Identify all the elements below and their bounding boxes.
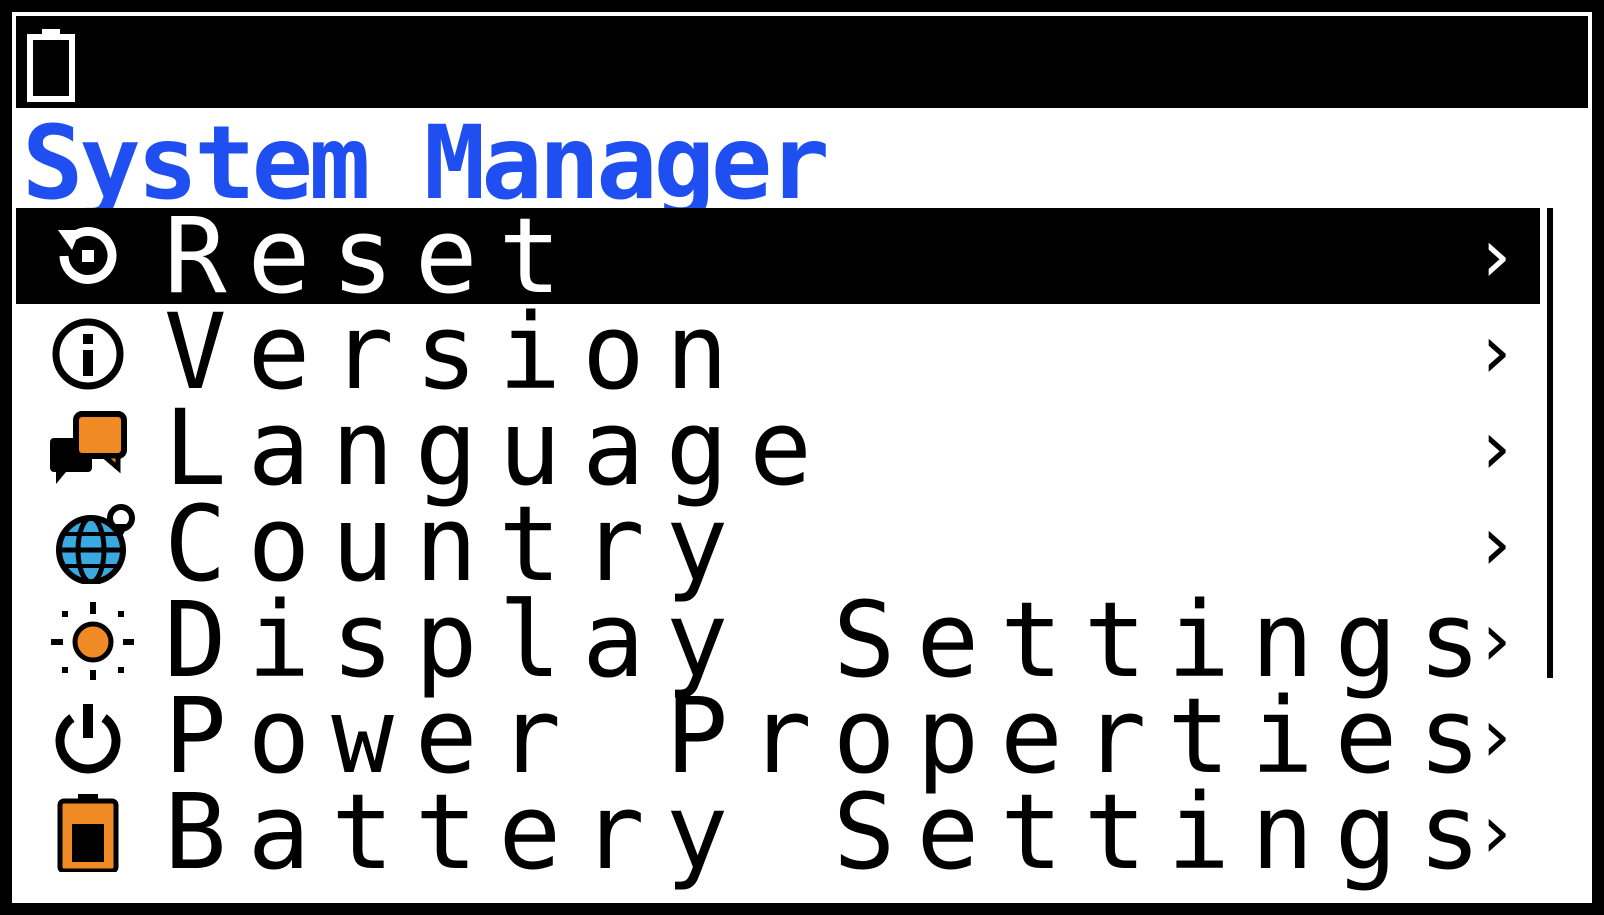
chevron-right-icon: › [1473, 597, 1518, 683]
scrollbar-thumb[interactable] [1547, 208, 1553, 678]
chevron-right-icon: › [1473, 213, 1518, 299]
chevron-right-icon: › [1473, 405, 1518, 491]
battery-icon [27, 29, 75, 102]
status-bar [16, 16, 1588, 108]
battery-orange-icon [57, 794, 119, 872]
menu-item-battery-settings[interactable]: Battery Settings › [16, 771, 1540, 893]
settings-menu: Reset › Version › Language › Country › D… [16, 195, 1540, 893]
menu-item-display-settings[interactable]: Display Settings › [16, 579, 1540, 701]
menu-item-label: Display Settings [164, 579, 1502, 701]
menu-item-label: Reset [164, 195, 583, 317]
sun-icon [51, 602, 134, 680]
menu-item-label: Battery Settings [164, 771, 1502, 893]
scrollbar[interactable] [1544, 208, 1554, 678]
menu-item-label: Country [164, 483, 750, 605]
globe-pin-icon [56, 504, 135, 584]
menu-item-version[interactable]: Version › [16, 291, 1540, 413]
power-icon [55, 704, 121, 774]
speech-bubbles-icon [50, 411, 127, 484]
chevron-right-icon: › [1473, 789, 1518, 875]
reset-icon [58, 227, 117, 284]
menu-item-label: Version [164, 291, 750, 413]
system-manager-screen: System Manager Reset › Version › Languag… [12, 12, 1592, 903]
menu-item-language[interactable]: Language › [16, 387, 1540, 509]
menu-item-power-properties[interactable]: Power Properties › [16, 675, 1540, 797]
menu-item-label: Power Properties [164, 675, 1502, 797]
chevron-right-icon: › [1473, 501, 1518, 587]
info-icon [52, 318, 124, 390]
chevron-right-icon: › [1473, 309, 1518, 395]
menu-item-label: Language [164, 387, 833, 509]
chevron-right-icon: › [1473, 693, 1518, 779]
menu-item-country[interactable]: Country › [16, 483, 1540, 605]
menu-item-reset[interactable]: Reset › [16, 195, 1540, 317]
